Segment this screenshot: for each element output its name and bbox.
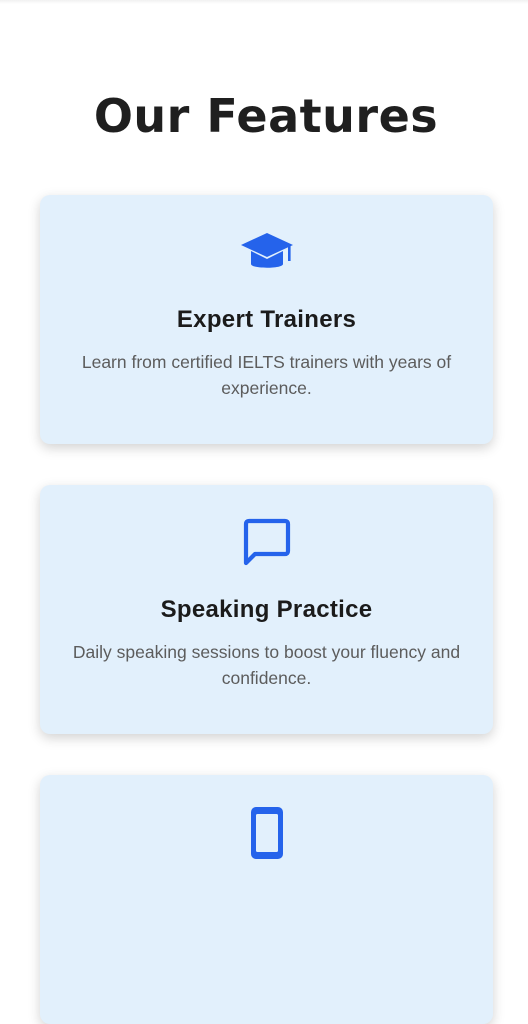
feature-title: Expert Trainers [176,306,357,333]
feature-description: Daily speaking sessions to boost your fl… [72,642,461,688]
smartphone-icon [250,807,283,859]
features-section: Our Features Expert Trainers Learn from … [0,0,528,1024]
feature-title: Speaking Practice [160,596,373,623]
feature-card-expert-trainers: Expert Trainers Learn from certified IEL… [40,195,493,444]
section-title: Our Features [93,89,439,143]
chat-bubble-icon [243,518,290,566]
graduation-cap-icon [240,233,293,268]
feature-card-mobile [40,775,493,1024]
feature-card-speaking-practice: Speaking Practice Daily speaking session… [40,485,493,734]
feature-description: Learn from certified IELTS trainers with… [81,352,452,398]
